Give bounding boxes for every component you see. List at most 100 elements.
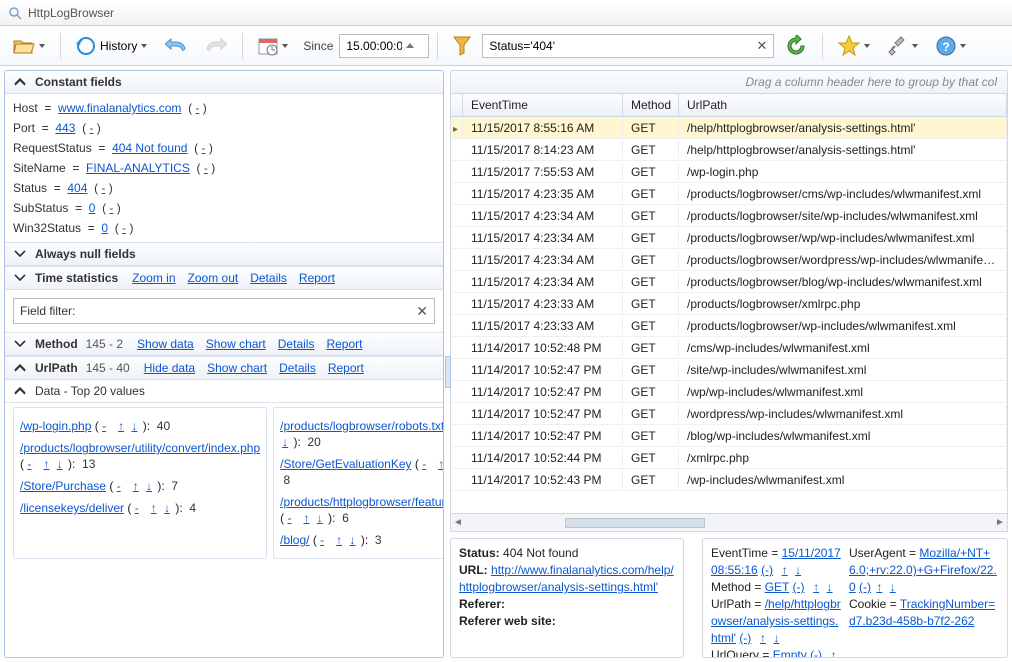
table-row[interactable]: 11/15/2017 4:23:34 AMGET/products/logbro… bbox=[451, 227, 1007, 249]
scroll-left-icon[interactable]: ◄ bbox=[451, 517, 465, 528]
table-row[interactable]: 11/14/2017 10:52:47 PMGET/wordpress/wp-i… bbox=[451, 403, 1007, 425]
down-arrow-link[interactable]: ↓ bbox=[773, 631, 779, 645]
up-arrow-link[interactable]: ↑ bbox=[133, 479, 139, 493]
field-value-link[interactable]: www.finalanalytics.com bbox=[58, 101, 181, 115]
col-method[interactable]: Method bbox=[623, 94, 679, 116]
urlpath-link[interactable]: /Store/Purchase bbox=[20, 479, 106, 493]
urlpath-link[interactable]: /products/logbrowser/robots.txt bbox=[280, 419, 444, 433]
scroll-right-icon[interactable]: ► bbox=[993, 517, 1007, 528]
field-value-link[interactable]: FINAL-ANALYTICS bbox=[86, 161, 190, 175]
down-arrow-link[interactable]: ↓ bbox=[350, 533, 356, 547]
minus-link[interactable]: - bbox=[27, 457, 31, 471]
collapse-icon[interactable] bbox=[13, 386, 27, 396]
filter-input[interactable] bbox=[487, 38, 754, 54]
col-event-time[interactable]: EventTime bbox=[463, 94, 623, 116]
minus-link[interactable]: - bbox=[195, 101, 199, 115]
field-value-link[interactable]: 404 Not found bbox=[112, 141, 187, 155]
up-arrow-link[interactable]: ↑ bbox=[151, 501, 157, 515]
time-input-wrap[interactable] bbox=[339, 34, 429, 58]
down-arrow-link[interactable]: ↓ bbox=[164, 501, 170, 515]
section-link[interactable]: Report bbox=[299, 271, 335, 285]
table-row[interactable]: 11/15/2017 4:23:34 AMGET/products/logbro… bbox=[451, 205, 1007, 227]
urlquery-value[interactable]: Empty bbox=[773, 648, 807, 658]
open-button[interactable] bbox=[6, 31, 52, 61]
collapse-icon[interactable] bbox=[13, 77, 27, 87]
section-link[interactable]: Details bbox=[278, 337, 315, 351]
minus-link[interactable]: - bbox=[135, 501, 139, 515]
table-row[interactable]: 11/14/2017 10:52:44 PMGET/xmlrpc.php bbox=[451, 447, 1007, 469]
minus-link[interactable]: - bbox=[117, 479, 121, 493]
select-col-header[interactable] bbox=[451, 94, 463, 116]
time-stats-header[interactable]: Time statistics Zoom inZoom outDetailsRe… bbox=[5, 266, 443, 290]
constant-fields-header[interactable]: Constant fields bbox=[5, 71, 443, 94]
urlpath-link[interactable]: /wp-login.php bbox=[20, 419, 91, 433]
expand-icon[interactable] bbox=[13, 339, 27, 349]
urlpath-link[interactable]: /products/logbrowser/utility/convert/ind… bbox=[20, 441, 260, 455]
section-link[interactable]: Report bbox=[326, 337, 362, 351]
refresh-button[interactable] bbox=[778, 31, 814, 61]
minus-link[interactable]: - bbox=[320, 533, 324, 547]
table-row[interactable]: 11/15/2017 7:55:53 AMGET/wp-login.php bbox=[451, 161, 1007, 183]
minus-link[interactable]: - bbox=[101, 181, 105, 195]
help-button[interactable]: ? bbox=[929, 31, 973, 61]
table-row[interactable]: 11/15/2017 4:23:34 AMGET/products/logbro… bbox=[451, 271, 1007, 293]
section-link[interactable]: Show chart bbox=[207, 361, 267, 375]
table-row[interactable]: 11/15/2017 8:55:16 AMGET/help/httplogbro… bbox=[451, 117, 1007, 139]
table-row[interactable]: 11/15/2017 8:14:23 AMGET/help/httplogbro… bbox=[451, 139, 1007, 161]
field-value-link[interactable]: 0 bbox=[101, 221, 108, 235]
table-row[interactable]: 11/14/2017 10:52:43 PMGET/wp-includes/wl… bbox=[451, 469, 1007, 491]
time-step-up[interactable] bbox=[406, 43, 414, 48]
field-value-link[interactable]: 0 bbox=[89, 201, 96, 215]
section-link[interactable]: Show chart bbox=[206, 337, 266, 351]
section-link[interactable]: Zoom out bbox=[188, 271, 239, 285]
down-arrow-link[interactable]: ↓ bbox=[146, 479, 152, 493]
section-link[interactable]: Show data bbox=[137, 337, 194, 351]
undo-button[interactable] bbox=[158, 31, 194, 61]
section-link[interactable]: Hide data bbox=[144, 361, 195, 375]
always-null-header[interactable]: Always null fields bbox=[5, 242, 443, 266]
method-header[interactable]: Method 145 - 2 Show dataShow chartDetail… bbox=[5, 332, 443, 356]
table-row[interactable]: 11/15/2017 4:23:33 AMGET/products/logbro… bbox=[451, 293, 1007, 315]
time-input[interactable] bbox=[344, 38, 404, 54]
down-arrow-link[interactable]: ↓ bbox=[890, 580, 896, 594]
down-arrow-link[interactable]: ↓ bbox=[317, 511, 323, 525]
detail-url-link[interactable]: http://www.finalanalytics.com/help/httpl… bbox=[459, 563, 674, 594]
up-arrow-link[interactable]: ↑ bbox=[782, 563, 788, 577]
table-row[interactable]: 11/15/2017 4:23:33 AMGET/products/logbro… bbox=[451, 315, 1007, 337]
field-value-link[interactable]: 443 bbox=[55, 121, 75, 135]
expand-icon[interactable] bbox=[13, 249, 27, 259]
minus-link[interactable]: (-) bbox=[793, 580, 805, 594]
urlpath-link[interactable]: /products/httplogbrowser/features'a=0 bbox=[280, 495, 444, 509]
table-row[interactable]: 11/14/2017 10:52:47 PMGET/blog/wp-includ… bbox=[451, 425, 1007, 447]
filter-input-wrap[interactable]: ✕ bbox=[482, 34, 774, 58]
up-arrow-link[interactable]: ↑ bbox=[43, 457, 49, 471]
table-row[interactable]: 11/14/2017 10:52:48 PMGET/cms/wp-include… bbox=[451, 337, 1007, 359]
section-link[interactable]: Details bbox=[250, 271, 287, 285]
minus-link[interactable]: - bbox=[422, 457, 426, 471]
down-arrow-link[interactable]: ↓ bbox=[282, 435, 288, 449]
method-value[interactable]: GET bbox=[765, 580, 789, 594]
up-arrow-link[interactable]: ↑ bbox=[831, 648, 837, 658]
down-arrow-link[interactable]: ↓ bbox=[131, 419, 137, 433]
urlpath-link[interactable]: /Store/GetEvaluationKey bbox=[280, 457, 411, 471]
minus-link[interactable]: - bbox=[204, 161, 208, 175]
funnel-button[interactable] bbox=[446, 31, 478, 61]
up-arrow-link[interactable]: ↑ bbox=[336, 533, 342, 547]
panel-splitter[interactable] bbox=[690, 538, 696, 658]
expand-icon[interactable] bbox=[13, 273, 27, 283]
top20-header[interactable]: Data - Top 20 values bbox=[5, 380, 443, 403]
field-value-link[interactable]: 404 bbox=[67, 181, 87, 195]
table-row[interactable]: 11/14/2017 10:52:47 PMGET/site/wp-includ… bbox=[451, 359, 1007, 381]
up-arrow-link[interactable]: ↑ bbox=[760, 631, 766, 645]
tools-button[interactable] bbox=[881, 31, 925, 61]
calendar-button[interactable] bbox=[251, 31, 295, 61]
redo-button[interactable] bbox=[198, 31, 234, 61]
table-row[interactable]: 11/15/2017 4:23:34 AMGET/products/logbro… bbox=[451, 249, 1007, 271]
field-filter-input[interactable]: Field filter: ✕ bbox=[13, 298, 435, 324]
up-arrow-link[interactable]: ↑ bbox=[303, 511, 309, 525]
section-link[interactable]: Details bbox=[279, 361, 316, 375]
up-arrow-link[interactable]: ↑ bbox=[876, 580, 882, 594]
col-urlpath[interactable]: UrlPath bbox=[679, 94, 1007, 116]
minus-link[interactable]: (-) bbox=[761, 563, 773, 577]
minus-link[interactable]: (-) bbox=[859, 580, 871, 594]
